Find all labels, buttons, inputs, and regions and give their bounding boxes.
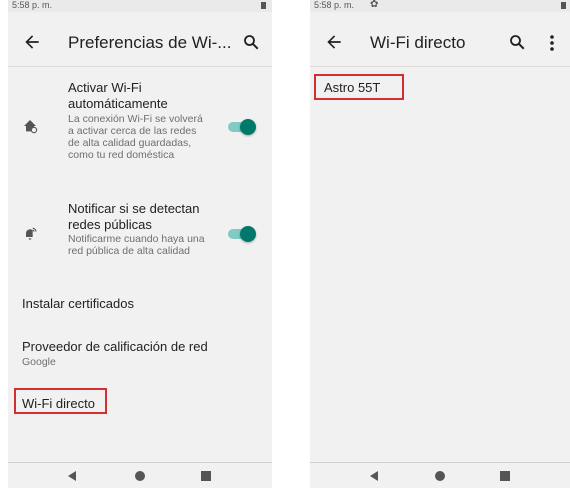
wifi-direct-item[interactable]: Wi-Fi directo: [22, 396, 95, 411]
rating-provider-value: Google: [22, 356, 56, 368]
status-time: 5:58 p. m.: [314, 0, 355, 10]
notify-public-toggle[interactable]: [226, 225, 256, 242]
wifi-auto-icon: [24, 120, 38, 134]
app-bar: Preferencias de Wi-...: [8, 24, 272, 64]
page-title: Preferencias de Wi-...: [68, 33, 232, 52]
appbar-divider: [8, 66, 272, 67]
wifi-notify-icon: [26, 227, 37, 240]
auto-wifi-toggle[interactable]: [226, 118, 256, 135]
nav-recents-icon[interactable]: [500, 471, 510, 481]
back-arrow-icon[interactable]: [324, 32, 344, 52]
search-icon[interactable]: [508, 33, 526, 51]
wifi-direct-screen: 5:58 p. m. ✿ Wi-Fi directo Astro 55T: [310, 0, 570, 488]
toggle-thumb: [240, 119, 256, 135]
device-list-item[interactable]: Astro 55T: [324, 80, 380, 95]
battery-icon: [561, 2, 566, 9]
pref-summary: La conexión Wi-Fi se volverá a activar c…: [68, 113, 203, 161]
wifi-preferences-screen: 5:58 p. m. Preferencias de Wi-... Activa…: [8, 0, 272, 488]
more-vert-icon[interactable]: [549, 34, 555, 52]
nav-home-icon[interactable]: [135, 471, 145, 481]
pref-title: Notificar si se detectan redes públicas: [68, 201, 200, 232]
gear-icon: ✿: [370, 0, 379, 10]
nav-bar: [8, 462, 272, 488]
status-time: 5:58 p. m.: [12, 0, 53, 10]
nav-divider: [8, 462, 272, 463]
nav-recents-icon[interactable]: [201, 471, 211, 481]
install-certificates-item[interactable]: Instalar certificados: [22, 296, 134, 311]
status-bar: 5:58 p. m. ✿: [310, 0, 570, 12]
nav-divider: [310, 462, 570, 463]
nav-back-icon[interactable]: [68, 471, 76, 481]
app-bar: Wi-Fi directo: [310, 24, 570, 64]
appbar-divider: [310, 66, 570, 67]
back-arrow-icon[interactable]: [22, 32, 42, 52]
rating-provider-title[interactable]: Proveedor de calificación de red: [22, 339, 208, 354]
pref-summary: Notificarme cuando haya una red pública …: [68, 233, 205, 257]
pref-auto-wifi[interactable]: Activar Wi-Fi automáticamente La conexió…: [8, 80, 272, 180]
pref-notify-public[interactable]: Notificar si se detectan redes públicas …: [8, 201, 272, 271]
nav-home-icon[interactable]: [435, 471, 445, 481]
toggle-thumb: [240, 226, 256, 242]
page-title: Wi-Fi directo: [370, 33, 466, 52]
nav-back-icon[interactable]: [370, 471, 378, 481]
battery-icon: [261, 2, 266, 9]
search-icon[interactable]: [242, 33, 260, 51]
pref-title: Activar Wi-Fi automáticamente: [68, 80, 168, 111]
status-bar: 5:58 p. m.: [8, 0, 272, 12]
nav-bar: [310, 462, 570, 488]
